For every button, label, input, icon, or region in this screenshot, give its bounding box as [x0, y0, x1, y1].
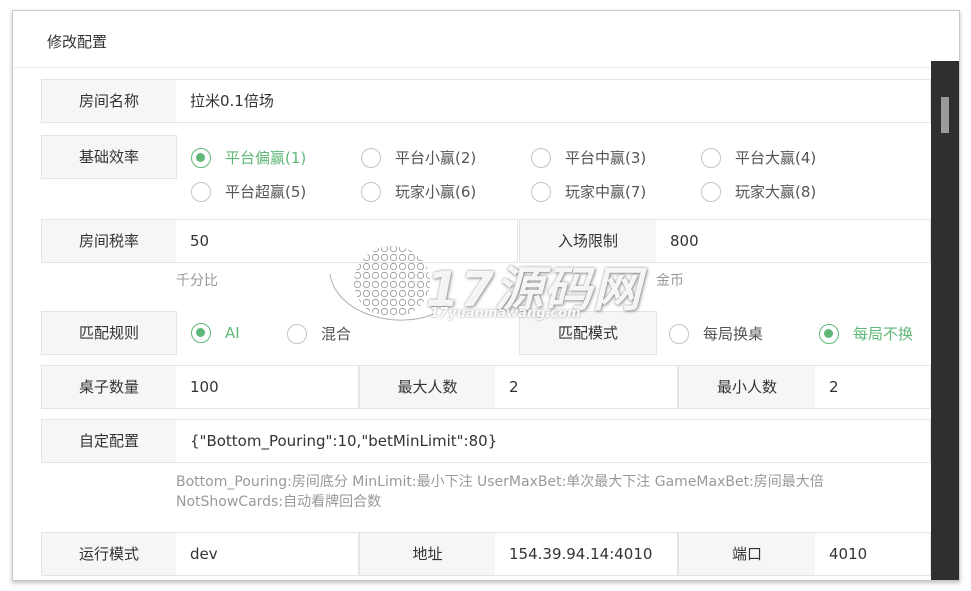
custom-config-label: 自定配置 [41, 419, 177, 463]
min-players-input[interactable]: 2 [815, 365, 931, 409]
radio-circle-icon [531, 181, 551, 202]
radio-base-rate-5[interactable]: 平台超赢(5) [191, 181, 306, 202]
radio-match-rule-ai[interactable]: AI [191, 323, 240, 343]
radio-circle-icon [191, 323, 211, 343]
radio-circle-icon [531, 147, 551, 168]
config-dialog: 修改配置 房间名称 拉米0.1倍场 基础效率 平台偏赢(1) 平台小赢(2) 平… [12, 10, 960, 581]
scrollbar-track[interactable] [931, 61, 959, 580]
radio-circle-icon [701, 147, 721, 168]
dialog-header: 修改配置 [13, 11, 959, 68]
entry-limit-input[interactable]: 800 [656, 219, 931, 263]
radio-label: 玩家大赢(8) [735, 183, 817, 201]
max-players-input[interactable]: 2 [495, 365, 678, 409]
radio-base-rate-7[interactable]: 玩家中赢(7) [531, 181, 646, 202]
port-input[interactable]: 4010 [815, 532, 931, 576]
dialog-title: 修改配置 [47, 33, 108, 51]
radio-circle-icon [191, 181, 211, 202]
radio-circle-icon [819, 323, 839, 344]
port-label: 端口 [678, 532, 816, 576]
radio-base-rate-8[interactable]: 玩家大赢(8) [701, 181, 816, 202]
radio-base-rate-3[interactable]: 平台中赢(3) [531, 147, 646, 168]
radio-label: 平台偏赢(1) [225, 149, 307, 167]
entry-limit-label: 入场限制 [519, 219, 657, 263]
radio-match-mode-keep[interactable]: 每局不换 [819, 323, 913, 344]
custom-config-input[interactable]: {"Bottom_Pouring":10,"betMinLimit":80} [176, 419, 931, 463]
custom-config-hint-line2: NotShowCards:自动看牌回合数 [176, 494, 382, 510]
radio-label: 玩家小赢(6) [395, 183, 477, 201]
radio-label: 玩家中赢(7) [565, 183, 647, 201]
room-name-input[interactable]: 拉米0.1倍场 [176, 79, 931, 123]
radio-circle-icon [701, 181, 721, 202]
radio-circle-icon [669, 323, 689, 344]
radio-label: 平台大赢(4) [735, 149, 817, 167]
address-input[interactable]: 154.39.94.14:4010 [495, 532, 678, 576]
room-tax-label: 房间税率 [41, 219, 177, 263]
entry-limit-hint: 金币 [656, 273, 684, 289]
run-mode-label: 运行模式 [41, 532, 177, 576]
address-label: 地址 [359, 532, 496, 576]
max-players-label: 最大人数 [359, 365, 496, 409]
match-rule-label: 匹配规则 [41, 311, 177, 355]
radio-label: 每局换桌 [703, 325, 764, 343]
radio-label: 混合 [321, 325, 352, 343]
radio-circle-icon [191, 147, 211, 168]
radio-circle-icon [287, 323, 307, 344]
radio-label: 每局不换 [853, 325, 914, 343]
room-name-label: 房间名称 [41, 79, 177, 123]
radio-base-rate-1[interactable]: 平台偏赢(1) [191, 147, 306, 168]
table-count-label: 桌子数量 [41, 365, 177, 409]
radio-label: AI [225, 324, 240, 342]
radio-match-rule-mixed[interactable]: 混合 [287, 323, 351, 344]
radio-base-rate-2[interactable]: 平台小赢(2) [361, 147, 476, 168]
radio-label: 平台小赢(2) [395, 149, 477, 167]
run-mode-input[interactable]: dev [176, 532, 359, 576]
radio-circle-icon [361, 181, 381, 202]
radio-label: 平台中赢(3) [565, 149, 647, 167]
room-tax-hint: 千分比 [176, 273, 218, 289]
radio-match-mode-change[interactable]: 每局换桌 [669, 323, 763, 344]
room-tax-input[interactable]: 50 [176, 219, 518, 263]
radio-circle-icon [361, 147, 381, 168]
radio-base-rate-4[interactable]: 平台大赢(4) [701, 147, 816, 168]
radio-base-rate-6[interactable]: 玩家小赢(6) [361, 181, 476, 202]
table-count-input[interactable]: 100 [176, 365, 359, 409]
radio-label: 平台超赢(5) [225, 183, 307, 201]
min-players-label: 最小人数 [678, 365, 816, 409]
custom-config-hint-line1: Bottom_Pouring:房间底分 MinLimit:最小下注 UserMa… [176, 474, 824, 490]
match-mode-label: 匹配模式 [519, 311, 657, 355]
scrollbar-thumb[interactable] [941, 97, 949, 133]
base-rate-label: 基础效率 [41, 135, 177, 179]
